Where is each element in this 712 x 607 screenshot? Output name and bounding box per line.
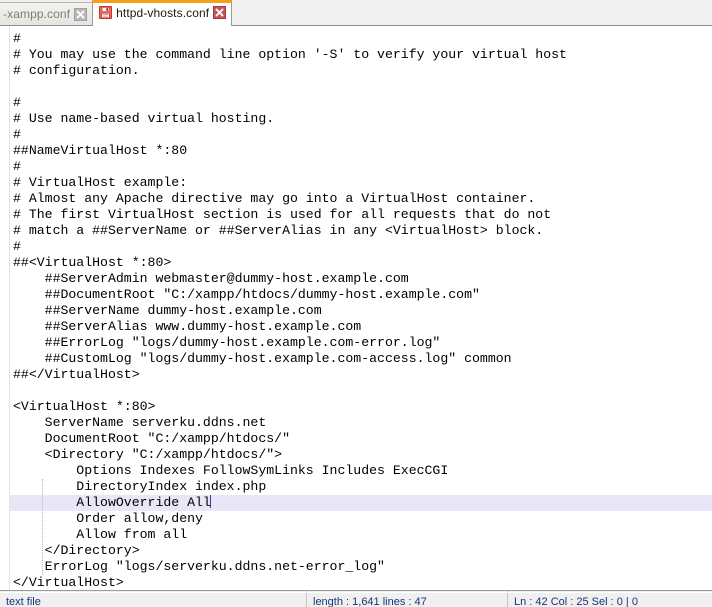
code-line[interactable]: # bbox=[1, 159, 712, 175]
code-line-text: Options Indexes FollowSymLinks Includes … bbox=[13, 463, 449, 478]
editor-area[interactable]: # # You may use the command line option '… bbox=[0, 26, 712, 590]
code-text[interactable]: # # You may use the command line option '… bbox=[1, 26, 712, 590]
code-line[interactable]: # configuration. bbox=[1, 63, 712, 79]
code-line[interactable]: # Use name-based virtual hosting. bbox=[1, 111, 712, 127]
code-line-text: # bbox=[13, 127, 21, 142]
code-line[interactable]: <VirtualHost *:80> bbox=[1, 399, 712, 415]
code-line[interactable]: ##CustomLog "logs/dummy-host.example.com… bbox=[1, 351, 712, 367]
code-line[interactable]: # bbox=[1, 31, 712, 47]
close-icon[interactable] bbox=[213, 6, 227, 19]
code-line-text: <VirtualHost *:80> bbox=[13, 399, 156, 414]
code-line-text: ##</VirtualHost> bbox=[13, 367, 140, 382]
code-line-text: # You may use the command line option '-… bbox=[13, 47, 567, 62]
code-line[interactable]: </Directory> bbox=[1, 543, 712, 559]
status-doc-type: text file bbox=[6, 595, 41, 607]
code-line[interactable]: ##</VirtualHost> bbox=[1, 367, 712, 383]
code-line-text: DirectoryIndex index.php bbox=[13, 479, 267, 494]
code-line-text: AllowOverride All bbox=[13, 495, 211, 510]
code-line-text: # bbox=[13, 159, 21, 174]
tab-httpd-vhosts-conf[interactable]: httpd-vhosts.conf bbox=[92, 0, 233, 26]
code-line[interactable]: ##<VirtualHost *:80> bbox=[1, 255, 712, 271]
code-line[interactable] bbox=[1, 383, 712, 399]
code-line[interactable]: DirectoryIndex index.php bbox=[1, 479, 712, 495]
code-line[interactable]: DocumentRoot "C:/xampp/htdocs/" bbox=[1, 431, 712, 447]
code-line[interactable]: </VirtualHost> bbox=[1, 575, 712, 590]
status-position: Ln : 42 Col : 25 Sel : 0 | 0 bbox=[514, 595, 638, 607]
code-line-text: ##ServerAdmin webmaster@dummy-host.examp… bbox=[13, 271, 409, 286]
code-line-text: # configuration. bbox=[13, 63, 140, 78]
code-line[interactable]: # bbox=[1, 239, 712, 255]
tab-xampp-conf[interactable]: -xampp.conf bbox=[0, 2, 94, 25]
code-line[interactable]: # The first VirtualHost section is used … bbox=[1, 207, 712, 223]
code-line[interactable]: # match a ##ServerName or ##ServerAlias … bbox=[1, 223, 712, 239]
code-line-text: # The first VirtualHost section is used … bbox=[13, 207, 552, 222]
code-line[interactable]: ##ServerAlias www.dummy-host.example.com bbox=[1, 319, 712, 335]
tab-bar: -xampp.conf httpd-vhosts.conf bbox=[0, 0, 712, 26]
code-line-text: ##<VirtualHost *:80> bbox=[13, 255, 172, 270]
code-line[interactable]: ##ServerAdmin webmaster@dummy-host.examp… bbox=[1, 271, 712, 287]
code-line[interactable]: AllowOverride All bbox=[1, 495, 712, 511]
save-floppy-icon bbox=[99, 6, 113, 19]
code-line-text: # bbox=[13, 95, 21, 110]
code-line[interactable]: ErrorLog "logs/serverku.ddns.net-error_l… bbox=[1, 559, 712, 575]
code-line[interactable]: ##DocumentRoot "C:/xampp/htdocs/dummy-ho… bbox=[1, 287, 712, 303]
code-line[interactable]: Options Indexes FollowSymLinks Includes … bbox=[1, 463, 712, 479]
code-line-text: # bbox=[13, 31, 21, 46]
code-line-text: # Use name-based virtual hosting. bbox=[13, 111, 275, 126]
code-line-text: <Directory "C:/xampp/htdocs/"> bbox=[13, 447, 283, 462]
code-line-text: Order allow,deny bbox=[13, 511, 203, 526]
code-line-text: ##NameVirtualHost *:80 bbox=[13, 143, 188, 158]
code-line-text: ##ServerAlias www.dummy-host.example.com bbox=[13, 319, 362, 334]
code-line-text: # Almost any Apache directive may go int… bbox=[13, 191, 536, 206]
code-line-text: DocumentRoot "C:/xampp/htdocs/" bbox=[13, 431, 290, 446]
code-line[interactable] bbox=[1, 79, 712, 95]
code-line[interactable]: Order allow,deny bbox=[1, 511, 712, 527]
code-line-text: ##ErrorLog "logs/dummy-host.example.com-… bbox=[13, 335, 441, 350]
code-line-text: # bbox=[13, 239, 21, 254]
close-icon[interactable] bbox=[74, 7, 88, 21]
code-line-text: ##ServerName dummy-host.example.com bbox=[13, 303, 322, 318]
tab-label: httpd-vhosts.conf bbox=[116, 5, 210, 20]
fold-margin[interactable] bbox=[1, 26, 10, 590]
code-line-text: ServerName serverku.ddns.net bbox=[13, 415, 267, 430]
status-length-lines: length : 1,641 lines : 47 bbox=[313, 595, 427, 607]
code-line[interactable]: # bbox=[1, 95, 712, 111]
code-line-text: </VirtualHost> bbox=[13, 575, 124, 590]
code-line-text: Allow from all bbox=[13, 527, 188, 542]
code-line[interactable]: <Directory "C:/xampp/htdocs/"> bbox=[1, 447, 712, 463]
code-line[interactable]: # You may use the command line option '-… bbox=[1, 47, 712, 63]
code-line-text: ErrorLog "logs/serverku.ddns.net-error_l… bbox=[13, 559, 385, 574]
code-line[interactable]: # VirtualHost example: bbox=[1, 175, 712, 191]
code-line-text: # match a ##ServerName or ##ServerAlias … bbox=[13, 223, 544, 238]
code-line-text: ##CustomLog "logs/dummy-host.example.com… bbox=[13, 351, 512, 366]
notepad-plus-plus-window: -xampp.conf httpd-vhosts.conf # # You ma… bbox=[0, 0, 712, 607]
code-line-text: </Directory> bbox=[13, 543, 140, 558]
code-line[interactable]: Allow from all bbox=[1, 527, 712, 543]
code-line[interactable]: ##ErrorLog "logs/dummy-host.example.com-… bbox=[1, 335, 712, 351]
code-line[interactable]: ServerName serverku.ddns.net bbox=[1, 415, 712, 431]
code-line[interactable]: ##ServerName dummy-host.example.com bbox=[1, 303, 712, 319]
code-line[interactable]: # Almost any Apache directive may go int… bbox=[1, 191, 712, 207]
code-line[interactable]: ##NameVirtualHost *:80 bbox=[1, 143, 712, 159]
code-line-text: # VirtualHost example: bbox=[13, 175, 188, 190]
status-bar: text file length : 1,641 lines : 47 Ln :… bbox=[0, 590, 712, 607]
code-line-text: ##DocumentRoot "C:/xampp/htdocs/dummy-ho… bbox=[13, 287, 480, 302]
code-line[interactable]: # bbox=[1, 127, 712, 143]
tab-label: -xampp.conf bbox=[3, 7, 71, 21]
